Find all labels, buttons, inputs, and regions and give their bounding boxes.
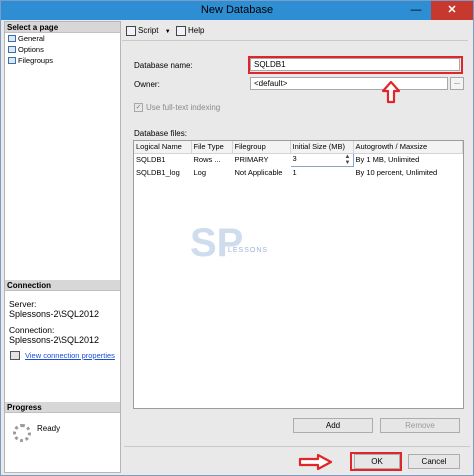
minimize-button[interactable]: — [403,1,429,20]
title-bar[interactable]: New Database — ✕ [1,1,473,20]
view-link-label[interactable]: View connection properties [25,351,115,360]
connection-header: Connection [5,280,120,291]
right-arrow-icon [298,453,333,471]
close-button[interactable]: ✕ [431,1,473,20]
initial-size-value[interactable]: 3 [293,154,297,163]
fulltext-label: Use full-text indexing [146,103,221,112]
toolbar-divider [122,40,468,41]
page-label: Filegroups [18,56,54,65]
database-name-label: Database name: [134,61,193,70]
col-header-filegroup[interactable]: Filegroup [232,141,291,154]
cell-logical-name[interactable]: SQLDB1 [134,153,192,166]
table-row[interactable]: SQLDB1 Rows ... PRIMARY 3 ▲ ▼ By 1 MB, Un… [134,152,463,167]
remove-button[interactable]: Remove [380,418,460,433]
col-header-logical-name[interactable]: Logical Name [134,141,192,154]
connection-section: Connection Server: Splessons-2\SQL2012 C… [5,280,120,360]
files-table: Logical Name File Type Filegroup Initial… [134,141,463,178]
connection-value: Splessons-2\SQL2012 [9,335,100,345]
server-value: Splessons-2\SQL2012 [9,309,100,319]
page-icon [8,35,16,42]
cell-file-type[interactable]: Rows ... [191,153,233,166]
script-icon [126,26,136,36]
add-button[interactable]: Add [293,418,373,433]
page-item-general[interactable]: General [5,33,120,44]
select-page-header: Select a page [5,22,120,33]
owner-browse-button[interactable]: ... [450,77,464,90]
help-icon [176,26,186,36]
table-header-row: Logical Name File Type Filegroup Initial… [134,141,463,154]
cell-file-type[interactable]: Log [191,166,233,178]
connection-label: Connection: [9,325,55,335]
table-row[interactable]: SQLDB1_log Log Not Applicable 1 By 10 pe… [134,166,463,178]
left-panel: Select a page General Options Filegroups… [4,21,121,473]
page-item-filegroups[interactable]: Filegroups [5,55,120,66]
page-icon [8,46,16,53]
cell-initial-size[interactable]: 3 ▲ ▼ [289,152,354,167]
server-label: Server: [9,299,37,309]
page-label: General [18,34,45,43]
connection-info: Connection: Splessons-2\SQL2012 [5,323,120,347]
progress-header: Progress [5,402,120,413]
watermark-text: LESSONS [228,247,269,254]
progress-status: Ready [37,424,61,433]
script-label: Script [138,26,159,36]
chevron-down-icon[interactable]: ▼ [165,29,171,35]
help-label: Help [188,26,205,36]
properties-icon [10,351,20,360]
ok-button-highlight [350,452,402,471]
page-icon [8,57,16,64]
cell-filegroup[interactable]: PRIMARY [232,153,291,166]
splessons-watermark-logo: SP [190,221,243,265]
cell-autogrowth[interactable]: By 10 percent, Unlimited [353,166,463,178]
page-label: Options [18,45,44,54]
col-header-file-type[interactable]: File Type [191,141,233,154]
toolbar: Script ▼ Help [124,24,470,40]
autogrowth-value: By 10 percent, Unlimited [355,167,438,177]
script-button[interactable]: Script ▼ [126,26,171,36]
cell-filegroup[interactable]: Not Applicable [232,166,291,178]
autogrowth-value: By 1 MB, Unlimited [355,155,420,165]
help-button[interactable]: Help [176,26,204,36]
progress-spinner-icon [13,424,31,442]
cell-autogrowth[interactable]: By 1 MB, Unlimited [353,153,463,166]
database-name-highlight [248,56,463,74]
owner-label: Owner: [134,80,160,89]
cell-logical-name[interactable]: SQLDB1_log [134,166,192,178]
cell-initial-size[interactable]: 1 [290,166,354,178]
up-arrow-icon [381,80,401,104]
col-header-initial-size[interactable]: Initial Size (MB) [290,141,354,154]
svg-text:SP: SP [190,221,243,265]
database-files-label: Database files: [134,129,187,138]
page-item-options[interactable]: Options [5,44,120,55]
server-info: Server: Splessons-2\SQL2012 [5,297,120,321]
col-header-autogrowth[interactable]: Autogrowth / Maxsize [353,141,463,154]
cancel-button[interactable]: Cancel [408,454,460,469]
spinner-arrows-icon[interactable]: ▲ ▼ [345,154,351,166]
fulltext-checkbox: ✓ [134,103,143,112]
owner-input[interactable]: <default> [250,77,448,90]
view-connection-properties-link[interactable]: View connection properties [5,351,120,360]
database-files-grid: Logical Name File Type Filegroup Initial… [133,140,464,409]
progress-section: Progress Ready [5,402,120,442]
